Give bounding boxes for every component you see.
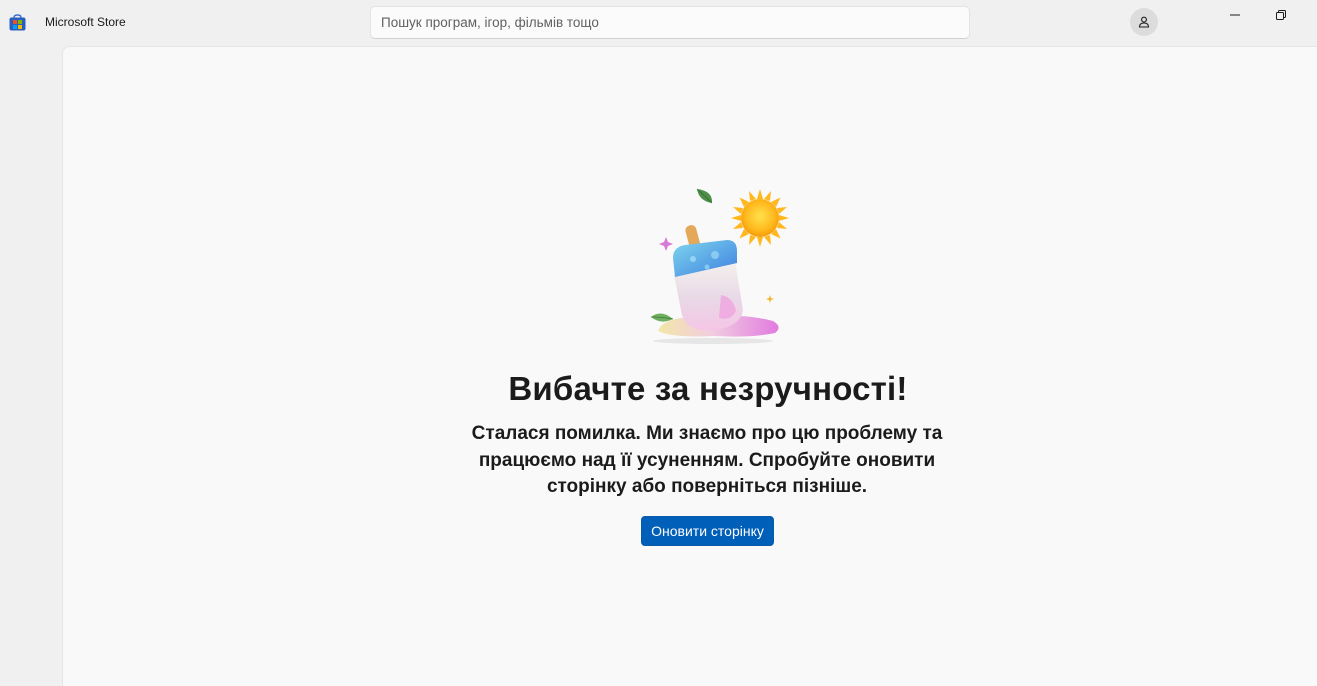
person-icon xyxy=(1138,16,1150,28)
search-box[interactable] xyxy=(370,6,970,39)
account-button[interactable] xyxy=(1130,8,1158,36)
minimize-button[interactable] xyxy=(1212,0,1258,30)
error-message: Сталася помилка. Ми знаємо про цю пробле… xyxy=(471,423,943,497)
minimize-icon xyxy=(1230,14,1240,16)
melting-popsicle-icon xyxy=(650,188,789,344)
app-title: Microsoft Store xyxy=(45,15,126,29)
restore-icon xyxy=(1276,10,1286,20)
refresh-page-button[interactable]: Оновити сторінку xyxy=(641,516,774,546)
search-input[interactable] xyxy=(381,15,959,30)
content-panel: Вибачте за незручності! Сталася помилка.… xyxy=(62,46,1317,686)
title-bar: Microsoft Store xyxy=(0,0,1317,46)
error-title: Вибачте за незручності! xyxy=(508,370,908,407)
restore-button[interactable] xyxy=(1258,0,1304,30)
microsoft-store-icon xyxy=(9,14,26,31)
sidebar xyxy=(0,46,62,673)
